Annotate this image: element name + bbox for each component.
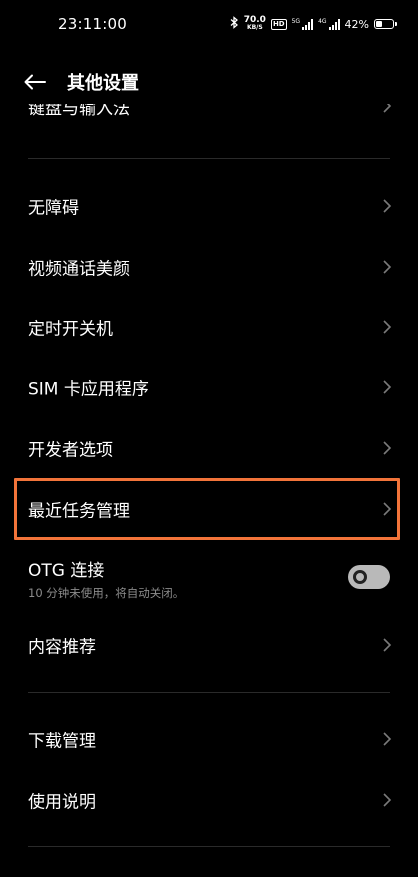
network-speed-value: 70.0: [243, 15, 266, 25]
chevron-right-icon: [383, 441, 392, 455]
otg-subtitle: 10 分钟未使用，将自动关闭。: [28, 586, 185, 600]
signal-4g-icon: 4G: [318, 17, 340, 30]
otg-title: OTG 连接: [28, 561, 105, 581]
settings-item-sim-toolkit[interactable]: SIM 卡应用程序: [0, 357, 418, 417]
network-speed-unit: KB/S: [246, 24, 263, 31]
chevron-right-icon: [383, 260, 392, 274]
section-divider: [28, 692, 390, 693]
settings-item-content-recommend[interactable]: 内容推荐: [0, 615, 418, 675]
chevron-right-icon: [383, 199, 392, 213]
settings-item-user-guide[interactable]: 使用说明: [0, 770, 418, 830]
settings-item-scheduled-power[interactable]: 定时开关机: [0, 297, 418, 357]
page-title: 其他设置: [67, 73, 139, 94]
chevron-right-icon: [383, 380, 392, 394]
battery-percent: 42%: [344, 17, 369, 31]
chevron-right-icon: [383, 104, 392, 113]
settings-item-label: 定时开关机: [28, 319, 113, 340]
settings-item-label: 开发者选项: [28, 440, 113, 461]
network-speed: 70.0 KB/S: [244, 16, 266, 32]
signal-5g-icon: 5G: [291, 17, 314, 30]
settings-item-label: 视频通话美颜: [28, 259, 130, 280]
sim1-network-tag: 5G: [291, 17, 301, 25]
status-bar: 23:11:00 70.0 KB/S HD 5G 4G 42%: [0, 0, 418, 50]
settings-item-label: 下载管理: [28, 731, 96, 752]
settings-item-label: 无障碍: [28, 198, 79, 219]
header: 其他设置: [0, 58, 418, 104]
settings-item-label: 键盘与输入法: [28, 104, 130, 119]
toggle-knob: [353, 570, 367, 584]
otg-toggle[interactable]: [348, 565, 390, 589]
chevron-right-icon: [383, 320, 392, 334]
settings-item-label: SIM 卡应用程序: [28, 379, 149, 400]
chevron-right-icon: [383, 638, 392, 652]
bluetooth-icon: [230, 16, 239, 32]
back-button[interactable]: [20, 67, 50, 97]
chevron-right-icon: [383, 732, 392, 746]
settings-item-download-manager[interactable]: 下载管理: [0, 709, 418, 769]
battery-icon: [374, 19, 397, 29]
sim2-network-tag: 4G: [318, 17, 327, 25]
status-icons: 70.0 KB/S HD 5G 4G 42%: [230, 13, 397, 35]
section-divider: [28, 158, 390, 159]
settings-item-developer-options[interactable]: 开发者选项: [0, 418, 418, 478]
settings-item-keyboard[interactable]: 键盘与输入法: [0, 104, 418, 126]
status-time: 23:11:00: [58, 15, 127, 33]
settings-item-accessibility[interactable]: 无障碍: [0, 176, 418, 236]
settings-item-label: 使用说明: [28, 792, 96, 813]
highlight-box: [14, 478, 400, 540]
chevron-right-icon: [383, 793, 392, 807]
arrow-left-icon: [24, 74, 46, 90]
settings-item-label: 内容推荐: [28, 637, 96, 658]
hd-icon: HD: [270, 18, 287, 30]
settings-item-video-call-beauty[interactable]: 视频通话美颜: [0, 237, 418, 297]
section-divider: [28, 846, 390, 847]
